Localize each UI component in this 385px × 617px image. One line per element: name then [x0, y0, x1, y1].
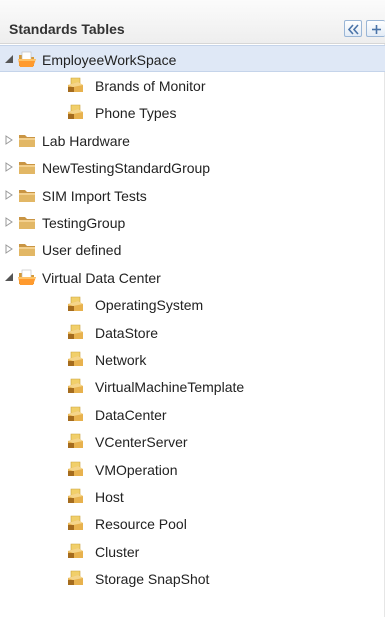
tree-node-cluster[interactable]: Cluster — [0, 538, 385, 565]
tree-node-label: VirtualMachineTemplate — [95, 379, 245, 396]
tree-node-label: SIM Import Tests — [42, 187, 147, 204]
tree-node-label: DataStore — [95, 324, 159, 341]
table-icon — [68, 433, 83, 449]
tree-node-operatingsystem[interactable]: OperatingSystem — [0, 291, 385, 318]
tree-node-vcenterserver[interactable]: VCenterServer — [0, 428, 385, 455]
panel-title: Standards Tables — [9, 21, 125, 37]
expanded-arrow-icon[interactable] — [4, 272, 14, 282]
tree-node-label: Phone Types — [95, 105, 177, 122]
folder-icon — [19, 244, 35, 257]
folder-icon — [19, 189, 35, 202]
table-icon — [68, 104, 83, 120]
tree-node-label: Cluster — [95, 543, 140, 560]
tree-node-label: Host — [95, 488, 124, 505]
table-icon — [68, 77, 83, 92]
table-icon — [68, 324, 83, 339]
standards-tables-panel: Standards Tables EmployeeWorkSpace Brands… — [0, 0, 385, 617]
tree-node-label: VCenterServer — [95, 434, 188, 451]
tree-node-label: VMOperation — [95, 461, 178, 478]
table-icon — [68, 351, 83, 366]
folder-icon — [19, 134, 35, 147]
tree-node-testinggroup[interactable]: TestingGroup — [0, 209, 385, 236]
table-icon — [68, 296, 83, 312]
collapsed-arrow-icon[interactable] — [4, 134, 14, 145]
tree-node-phone-types[interactable]: Phone Types — [0, 99, 385, 126]
tree-node-vmoperation[interactable]: VMOperation — [0, 456, 385, 483]
collapse-panel-button[interactable] — [344, 20, 362, 37]
tree-node-host[interactable]: Host — [0, 483, 385, 510]
collapsed-arrow-icon[interactable] — [4, 216, 14, 227]
table-icon — [68, 378, 83, 394]
tree-node-label: OperatingSystem — [95, 297, 204, 314]
table-icon — [68, 488, 83, 503]
folder-icon — [19, 216, 35, 229]
collapsed-arrow-icon[interactable] — [4, 162, 14, 173]
tree-node-label: TestingGroup — [42, 214, 126, 231]
folder-icon — [19, 162, 35, 175]
tree-node-label: Storage SnapShot — [95, 571, 210, 588]
table-icon — [68, 570, 83, 586]
tree-node-label: Lab Hardware — [42, 132, 130, 149]
double-chevron-left-icon — [347, 24, 359, 35]
tree-node-lab-hardware[interactable]: Lab Hardware — [0, 127, 385, 154]
table-icon — [68, 461, 83, 476]
table-icon — [68, 406, 83, 421]
tree-node-sim-import-tests[interactable]: SIM Import Tests — [0, 182, 385, 209]
tree-node-label: DataCenter — [95, 406, 167, 423]
tree-node-label: Brands of Monitor — [95, 77, 206, 94]
tree-node-label: Network — [95, 351, 147, 368]
tree-node-virtual-data-center[interactable]: Virtual Data Center — [0, 264, 385, 291]
open-folder-icon — [18, 51, 36, 67]
table-icon — [68, 515, 83, 531]
open-folder-icon — [18, 269, 36, 285]
tree-node-datacenter[interactable]: DataCenter — [0, 401, 385, 428]
tree-node-brands-of-monitor[interactable]: Brands of Monitor — [0, 72, 385, 99]
tree-node-network[interactable]: Network — [0, 346, 385, 373]
tree-node-resource-pool[interactable]: Resource Pool — [0, 510, 385, 537]
expanded-arrow-icon[interactable] — [4, 54, 14, 64]
tree-node-storage-snapshot[interactable]: Storage SnapShot — [0, 565, 385, 592]
tree-node-newtestingstandardgroup[interactable]: NewTestingStandardGroup — [0, 154, 385, 181]
tree-node-label: User defined — [42, 242, 122, 259]
tree-node-user-defined[interactable]: User defined — [0, 236, 385, 263]
tree-node-label: Virtual Data Center — [42, 269, 161, 286]
tree-node-employeeworkspace[interactable]: EmployeeWorkSpace — [0, 44, 385, 72]
tree-node-label: Resource Pool — [95, 516, 187, 533]
collapsed-arrow-icon[interactable] — [4, 189, 14, 200]
tree-node-label: EmployeeWorkSpace — [42, 51, 177, 68]
tree-node-virtualmachinetemplate[interactable]: VirtualMachineTemplate — [0, 373, 385, 400]
plus-icon — [372, 25, 381, 34]
table-icon — [68, 543, 83, 558]
collapsed-arrow-icon[interactable] — [4, 244, 14, 255]
tree-node-datastore[interactable]: DataStore — [0, 319, 385, 346]
tree-node-label: NewTestingStandardGroup — [42, 160, 211, 177]
add-button[interactable] — [366, 20, 385, 37]
panel-header: Standards Tables — [0, 0, 385, 44]
